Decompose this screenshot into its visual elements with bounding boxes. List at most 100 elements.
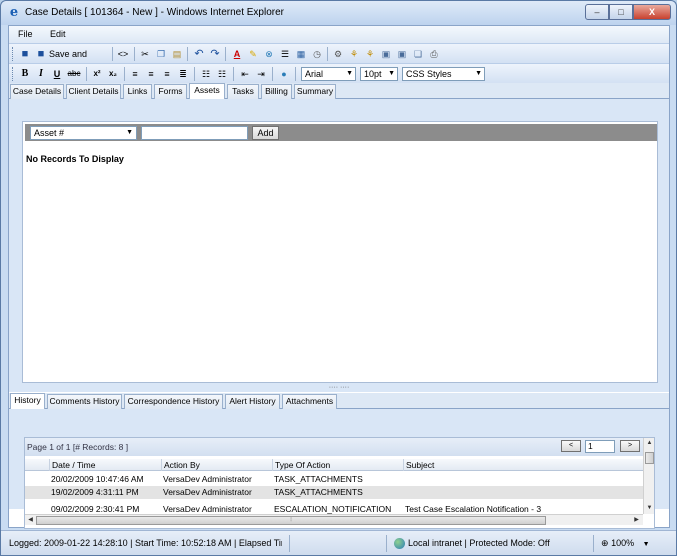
toolbar-separator <box>112 47 113 61</box>
toolbar-separator <box>86 67 87 81</box>
tab-case-details[interactable]: Case Details <box>10 84 64 99</box>
menu-file[interactable]: File <box>18 29 33 39</box>
row-action-by: VersaDev Administrator <box>163 504 252 514</box>
link-icon[interactable]: ⊗ <box>262 47 276 61</box>
page-number-input[interactable]: 1 <box>585 440 615 453</box>
minimize-button[interactable]: – <box>585 4 609 20</box>
menu-edit[interactable]: Edit <box>50 29 66 39</box>
table-row[interactable]: 19/02/2009 4:31:11 PM VersaDev Administr… <box>25 486 643 499</box>
indent-icon[interactable]: ⇥ <box>254 67 268 81</box>
table-row[interactable]: 09/02/2009 2:30:41 PM VersaDev Administr… <box>25 499 643 514</box>
highlight-icon[interactable]: ✎ <box>246 47 260 61</box>
next-page-button[interactable]: > <box>620 440 640 452</box>
find-icon[interactable]: ⚘ <box>347 47 361 61</box>
cut-icon[interactable]: ✂ <box>138 47 152 61</box>
tab-tasks[interactable]: Tasks <box>227 84 259 99</box>
toolbar-separator <box>134 47 135 61</box>
document-icon[interactable]: ▣ <box>379 47 393 61</box>
source-button[interactable]: <> <box>116 47 130 61</box>
tab-assets[interactable]: Assets <box>189 83 225 100</box>
tab-client-details[interactable]: Client Details <box>66 84 121 99</box>
scroll-right-icon[interactable]: ▶ <box>632 516 641 525</box>
column-header-subject[interactable]: Subject <box>403 459 643 471</box>
superscript-button[interactable]: x² <box>90 67 104 81</box>
scroll-thumb[interactable] <box>645 452 654 464</box>
bold-button[interactable]: B <box>18 67 32 81</box>
asset-type-select[interactable]: Asset # ▼ <box>30 126 137 140</box>
replace-icon[interactable]: ⚘ <box>363 47 377 61</box>
tab-attachments[interactable]: Attachments <box>282 394 337 409</box>
copy-icon[interactable]: ❐ <box>154 47 168 61</box>
clock-icon[interactable]: ◷ <box>310 47 324 61</box>
save-close-icon[interactable]: ■ <box>34 47 48 61</box>
web-icon[interactable]: ● <box>277 67 291 81</box>
column-header-type[interactable]: Type Of Action <box>272 459 403 471</box>
prev-page-button[interactable]: < <box>561 440 581 452</box>
row-type: ESCALATION_NOTIFICATION <box>274 504 392 514</box>
save-and-close-button[interactable]: Save and Close <box>49 47 109 73</box>
add-asset-button[interactable]: Add <box>252 126 279 140</box>
undo-icon[interactable]: ↶ <box>192 47 206 61</box>
underline-button[interactable]: U <box>50 67 64 81</box>
grid-pager: Page 1 of 1 [# Records: 8 ] < 1 > <box>25 438 643 456</box>
align-left-icon[interactable]: ≡ <box>128 67 142 81</box>
numbered-list-icon[interactable]: ☷ <box>215 67 229 81</box>
spellcheck-icon[interactable]: ⚙ <box>331 47 345 61</box>
tab-correspondence-history[interactable]: Correspondence History <box>124 394 223 409</box>
scroll-left-icon[interactable]: ◀ <box>26 516 35 525</box>
toolbar-grip <box>12 67 15 81</box>
font-family-select[interactable]: Arial ▼ <box>301 67 356 81</box>
column-header-action-by[interactable]: Action By <box>161 459 272 471</box>
redo-icon[interactable]: ↷ <box>208 47 222 61</box>
tab-forms[interactable]: Forms <box>154 84 187 99</box>
horizontal-scrollbar[interactable]: ◀ ⦙ ▶ <box>25 514 643 525</box>
css-styles-value: CSS Styles <box>406 69 452 79</box>
font-size-select[interactable]: 10pt ▼ <box>360 67 398 81</box>
scroll-down-icon[interactable]: ▼ <box>645 504 654 513</box>
vertical-scrollbar[interactable]: ▲ ▼ <box>643 438 654 514</box>
row-subject <box>403 473 643 486</box>
table-icon[interactable]: ▦ <box>294 47 308 61</box>
close-button[interactable]: X <box>633 4 671 20</box>
save-icon[interactable]: ■ <box>18 47 32 61</box>
row-type: TASK_ATTACHMENTS <box>274 474 363 484</box>
toolbar-separator <box>233 67 234 81</box>
empty-message: No Records To Display <box>26 154 124 164</box>
tab-billing[interactable]: Billing <box>261 84 292 99</box>
subscript-button[interactable]: x₂ <box>106 67 120 81</box>
align-center-icon[interactable]: ≡ <box>144 67 158 81</box>
justify-icon[interactable]: ≣ <box>176 67 190 81</box>
horizontal-rule-icon[interactable]: ☰ <box>278 47 292 61</box>
column-header-datetime[interactable]: Date / Time <box>49 459 161 471</box>
tab-links[interactable]: Links <box>123 84 152 99</box>
toolbar-grip <box>12 47 15 61</box>
asset-search-input[interactable] <box>141 126 248 140</box>
bullet-list-icon[interactable]: ☷ <box>199 67 213 81</box>
table-row[interactable]: 20/02/2009 10:47:46 AM VersaDev Administ… <box>25 473 643 486</box>
maximize-button[interactable]: □ <box>609 4 633 20</box>
tab-summary[interactable]: Summary <box>294 84 336 99</box>
scroll-up-icon[interactable]: ▲ <box>645 439 654 448</box>
tab-alert-history[interactable]: Alert History <box>225 394 280 409</box>
status-divider <box>386 535 387 552</box>
editor-toolbar-format: B I U abc x² x₂ ≡ ≡ ≡ ≣ ☷ ☷ ⇤ ⇥ ● Arial … <box>9 63 669 83</box>
security-zone[interactable]: Local intranet | Protected Mode: Off <box>394 538 550 550</box>
print-icon[interactable]: ⎙ <box>427 47 441 61</box>
scroll-thumb[interactable]: ⦙ <box>36 516 546 525</box>
strikethrough-button[interactable]: abc <box>66 67 82 81</box>
css-styles-select[interactable]: CSS Styles ▼ <box>402 67 485 81</box>
italic-button[interactable]: I <box>34 67 48 81</box>
outdent-icon[interactable]: ⇤ <box>238 67 252 81</box>
tab-comments-history[interactable]: Comments History <box>47 394 122 409</box>
font-color-icon[interactable]: A <box>230 47 244 61</box>
zoom-control[interactable]: ⊕ 100% ▼ <box>601 538 650 549</box>
paste-icon[interactable]: ▤ <box>170 47 184 61</box>
template-icon[interactable]: ▣ <box>395 47 409 61</box>
preview-icon[interactable]: ❏ <box>411 47 425 61</box>
toolbar-separator <box>327 47 328 61</box>
row-type: TASK_ATTACHMENTS <box>274 487 363 497</box>
row-datetime: 20/02/2009 10:47:46 AM <box>51 474 144 484</box>
align-right-icon[interactable]: ≡ <box>160 67 174 81</box>
pane-splitter[interactable]: ···· ···· <box>9 384 669 392</box>
tab-history[interactable]: History <box>10 393 45 410</box>
